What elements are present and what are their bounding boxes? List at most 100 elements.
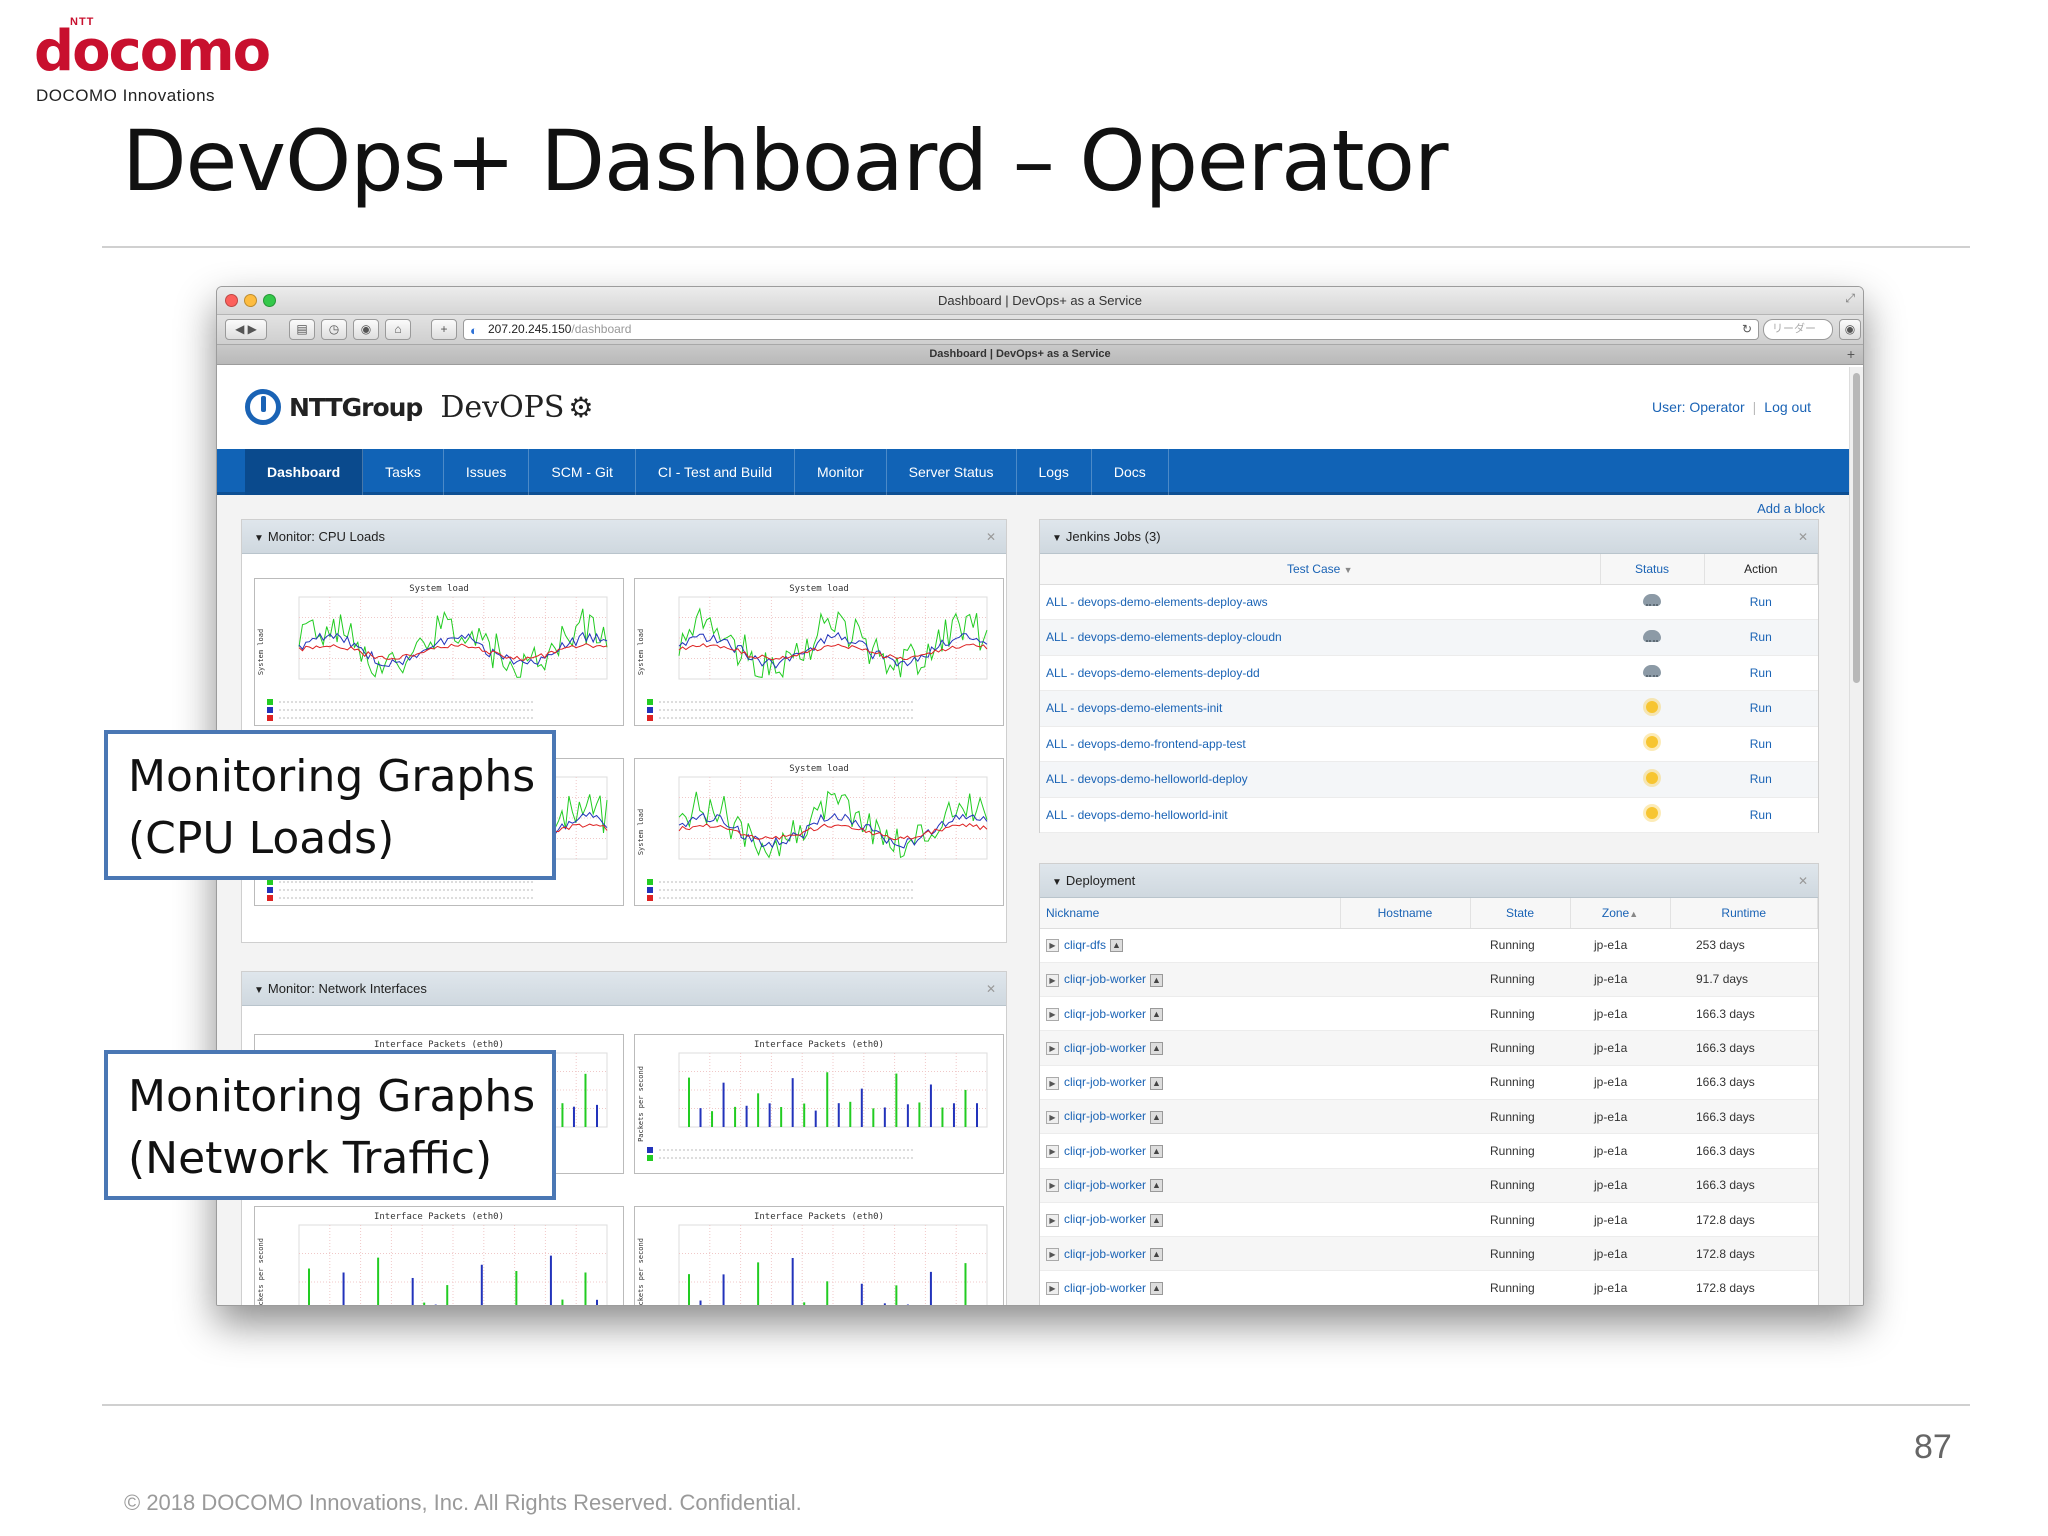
collapse-triangle-icon[interactable]: ▼ (1052, 533, 1062, 544)
expand-row-icon[interactable]: ▶ (1046, 1110, 1059, 1124)
nickname-link[interactable]: cliqr-job-worker (1064, 1178, 1146, 1192)
nav-item-monitor[interactable]: Monitor (795, 449, 887, 495)
reader-field[interactable]: リーダー (1763, 319, 1833, 340)
job-name-link[interactable]: ALL - devops-demo-elements-init (1040, 690, 1600, 727)
run-job-link[interactable]: Run (1704, 726, 1818, 762)
run-job-link[interactable]: Run (1704, 761, 1818, 798)
runtime-cell: 166.3 days (1670, 1099, 1818, 1135)
expand-row-icon[interactable]: ▶ (1046, 1145, 1059, 1159)
collapse-triangle-icon[interactable]: ▼ (254, 985, 264, 996)
history-button[interactable]: ◷ (321, 319, 347, 340)
tab-active[interactable]: Dashboard | DevOps+ as a Service (217, 348, 1823, 360)
scrollbar-thumb[interactable] (1853, 373, 1860, 683)
network-graph[interactable]: Interface Packets (eth0) Packets per seco… (634, 1206, 1004, 1305)
cpu-graph[interactable]: System load System load (634, 758, 1004, 906)
nickname-link[interactable]: cliqr-job-worker (1064, 1247, 1146, 1261)
col-state[interactable]: State (1470, 898, 1571, 929)
downloads-button[interactable]: ◉ (1839, 319, 1861, 340)
lock-icon: ▲ (1150, 1076, 1164, 1090)
col-zone[interactable]: Zone▲ (1570, 898, 1671, 929)
collapse-triangle-icon[interactable]: ▼ (254, 533, 264, 544)
close-panel-icon[interactable]: ✕ (1798, 864, 1808, 898)
runtime-cell: 166.3 days (1670, 1168, 1818, 1203)
network-graph[interactable]: Interface Packets (eth0) Packets per seco… (254, 1206, 624, 1305)
nickname-link[interactable]: cliqr-job-worker (1064, 1109, 1146, 1123)
run-job-link[interactable]: Run (1704, 619, 1818, 656)
fullscreen-icon[interactable]: ⤢ (1845, 291, 1855, 306)
back-forward-button[interactable]: ◀ ▶ (225, 319, 267, 340)
col-action[interactable]: Action (1704, 554, 1818, 585)
nickname-link[interactable]: cliqr-job-worker (1064, 1075, 1146, 1089)
cpu-graph[interactable]: System load System load (254, 578, 624, 726)
job-name-link[interactable]: ALL - devops-demo-helloworld-init (1040, 797, 1600, 833)
col-runtime[interactable]: Runtime (1670, 898, 1818, 929)
run-job-link[interactable]: Run (1704, 797, 1818, 833)
reload-icon[interactable]: ↻ (1742, 320, 1752, 339)
run-job-link[interactable]: Run (1704, 655, 1818, 691)
address-bar[interactable]: ◐ 207.20.245.150/dashboard ↻ (463, 319, 1759, 340)
col-hostname[interactable]: Hostname (1340, 898, 1471, 929)
back-icon[interactable]: ◀ (235, 322, 244, 336)
nav-item-dashboard[interactable]: Dashboard (245, 449, 364, 495)
add-bookmark-button[interactable]: + (431, 319, 457, 340)
nav-item-tasks[interactable]: Tasks (363, 449, 444, 495)
extension-button[interactable]: ◉ (353, 319, 379, 340)
home-button[interactable]: ⌂ (385, 319, 411, 340)
col-test-case[interactable]: Test Case ▼ (1040, 554, 1601, 585)
nav-item-issues[interactable]: Issues (444, 449, 530, 495)
nav-item-scm-git[interactable]: SCM - Git (529, 449, 636, 495)
lock-icon: ▲ (1150, 1145, 1164, 1159)
nickname-link[interactable]: cliqr-dfs (1064, 938, 1106, 952)
collapse-triangle-icon[interactable]: ▼ (1052, 877, 1062, 888)
nickname-link[interactable]: cliqr-job-worker (1064, 1144, 1146, 1158)
run-job-link[interactable]: Run (1704, 584, 1818, 620)
expand-row-icon[interactable]: ▶ (1046, 1076, 1059, 1090)
add-block-link[interactable]: Add a block (1757, 501, 1825, 516)
expand-row-icon[interactable]: ▶ (1046, 1179, 1059, 1193)
nav-item-logs[interactable]: Logs (1017, 449, 1092, 495)
nav-item-ci-test-and-build[interactable]: CI - Test and Build (636, 449, 795, 495)
cpu-panel-header[interactable]: ▼ Monitor: CPU Loads ✕ (242, 520, 1006, 554)
run-job-link[interactable]: Run (1704, 690, 1818, 727)
table-row: ▶ cliqr-job-worker ▲ Running jp-e1a 166.3 day… (1040, 996, 1818, 1032)
col-nickname[interactable]: Nickname (1040, 898, 1341, 929)
close-panel-icon[interactable]: ✕ (986, 520, 996, 554)
forward-icon[interactable]: ▶ (248, 322, 257, 336)
job-name-link[interactable]: ALL - devops-demo-elements-deploy-cloudn (1040, 619, 1600, 656)
deployment-panel-header[interactable]: ▼ Deployment ✕ (1040, 864, 1818, 898)
bookmarks-button[interactable]: ▤ (289, 319, 315, 340)
window-titlebar[interactable]: Dashboard | DevOps+ as a Service ⤢ (217, 287, 1863, 315)
logout-link[interactable]: Log out (1764, 399, 1811, 415)
expand-row-icon[interactable]: ▶ (1046, 1213, 1059, 1227)
nickname-link[interactable]: cliqr-job-worker (1064, 1281, 1146, 1295)
expand-row-icon[interactable]: ▶ (1046, 1282, 1059, 1296)
col-status[interactable]: Status (1600, 554, 1705, 585)
network-panel-header[interactable]: ▼ Monitor: Network Interfaces ✕ (242, 972, 1006, 1006)
app-logo[interactable]: NTTGroup DevOPS ⚙ (245, 389, 594, 425)
nickname-link[interactable]: cliqr-job-worker (1064, 1007, 1146, 1021)
page-scrollbar[interactable] (1849, 367, 1863, 1305)
close-panel-icon[interactable]: ✕ (1798, 520, 1808, 554)
job-name-link[interactable]: ALL - devops-demo-helloworld-deploy (1040, 761, 1600, 798)
expand-row-icon[interactable]: ▶ (1046, 973, 1059, 987)
job-name-link[interactable]: ALL - devops-demo-frontend-app-test (1040, 726, 1600, 762)
expand-row-icon[interactable]: ▶ (1046, 939, 1059, 953)
new-tab-icon[interactable]: + (1847, 346, 1855, 362)
nav-item-server-status[interactable]: Server Status (887, 449, 1017, 495)
jenkins-panel-header[interactable]: ▼ Jenkins Jobs (3) ✕ (1040, 520, 1818, 554)
nickname-link[interactable]: cliqr-job-worker (1064, 1212, 1146, 1226)
network-graph[interactable]: Interface Packets (eth0) Packets per seco… (634, 1034, 1004, 1174)
nav-item-docs[interactable]: Docs (1092, 449, 1169, 495)
expand-row-icon[interactable]: ▶ (1046, 1042, 1059, 1056)
expand-row-icon[interactable]: ▶ (1046, 1247, 1059, 1261)
user-link[interactable]: User: Operator (1652, 399, 1745, 415)
job-name-link[interactable]: ALL - devops-demo-elements-deploy-dd (1040, 655, 1600, 691)
table-row: ▶ cliqr-job-worker ▲ Running jp-e1a 166.3 day… (1040, 1065, 1818, 1100)
expand-row-icon[interactable]: ▶ (1046, 1007, 1059, 1021)
nickname-link[interactable]: cliqr-job-worker (1064, 972, 1146, 986)
zone-cell: jp-e1a (1570, 1168, 1670, 1203)
close-panel-icon[interactable]: ✕ (986, 972, 996, 1006)
cpu-graph[interactable]: System load System load (634, 578, 1004, 726)
job-name-link[interactable]: ALL - devops-demo-elements-deploy-aws (1040, 584, 1600, 620)
nickname-link[interactable]: cliqr-job-worker (1064, 1041, 1146, 1055)
